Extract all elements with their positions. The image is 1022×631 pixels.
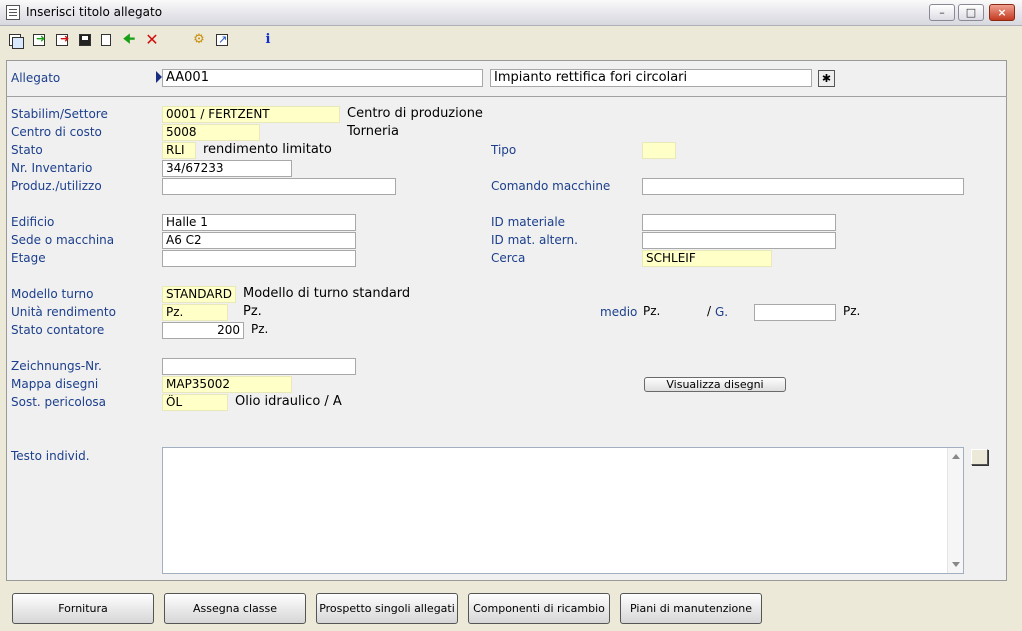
zeich-field[interactable] [162,358,356,375]
idmat-label: ID materiale [491,215,566,229]
clear-button[interactable]: ✱ [818,70,835,87]
assegna-classe-button[interactable]: Assegna classe [164,593,306,624]
medio-separator: / [707,304,712,318]
produz-label: Produz./utilizzo [11,179,102,193]
report-icon[interactable]: ↗ [213,31,231,49]
maximize-button[interactable]: □ [958,4,984,21]
visualizza-disegni-button[interactable]: Visualizza disegni [644,377,786,392]
sost-label: Sost. pericolosa [11,395,107,409]
stabilim-sector: / FERTZENT [200,107,270,121]
scroll-down-icon[interactable] [952,562,960,567]
contatore-field[interactable]: 200 [162,322,244,339]
toolbar: ➜ ➜ 🠈 ✕ ⚙ ↗ i [0,27,1022,53]
unita-description: Pz. [243,304,262,319]
modello-description: Modello di turno standard [243,286,411,301]
piani-di-manutenzione-button[interactable]: Piani di manutenzione [620,593,762,624]
import-icon[interactable]: ➜ [53,31,71,49]
back-arrow-icon[interactable]: 🠈 [120,31,138,49]
modello-label: Modello turno [11,287,94,301]
tipo-field[interactable] [642,142,676,159]
modello-field[interactable]: STANDARD [162,286,236,303]
scrollbar[interactable] [947,448,963,573]
contatore-label: Stato contatore [11,323,105,337]
testo-label: Testo individ. [11,449,90,463]
expand-text-button[interactable] [971,449,988,465]
testo-textarea[interactable] [162,447,964,574]
etage-label: Etage [11,251,46,265]
edificio-field[interactable]: Halle 1 [162,214,356,231]
sost-description: Olio idraulico / A [235,394,342,409]
close-button[interactable]: × [989,4,1015,21]
centro-description: Torneria [347,124,399,139]
minimize-button[interactable]: – [929,4,955,21]
allegato-label: Allegato [11,71,61,85]
etage-field[interactable] [162,250,356,267]
medio-field[interactable] [754,304,836,321]
produz-field[interactable] [162,178,396,195]
centro-field[interactable]: 5008 [162,124,260,141]
stabilim-field[interactable]: 0001 / FERTZENT [162,106,340,123]
window-title: Inserisci titolo allegato [26,5,163,19]
app-icon [6,5,20,20]
scroll-up-icon[interactable] [952,454,960,459]
sede-label: Sede o macchina [11,233,115,247]
save-icon[interactable] [76,31,94,49]
zeich-label: Zeichnungs-Nr. [11,359,102,373]
allegato-code-field[interactable]: AA001 [162,69,483,87]
idmat-field[interactable] [642,214,836,231]
export-icon[interactable]: ➜ [30,31,48,49]
new-document-icon[interactable] [97,31,115,49]
comando-label: Comando macchine [491,179,611,193]
centro-label: Centro di costo [11,125,102,139]
tipo-label: Tipo [491,143,517,157]
sost-field[interactable]: ÖL [162,394,228,411]
separator [6,96,1007,97]
settings-icon[interactable]: ⚙ [190,31,208,49]
stabilim-description: Centro di produzione [347,106,483,121]
mappa-label: Mappa disegni [11,377,99,391]
mappa-field[interactable]: MAP35002 [162,376,292,393]
edificio-label: Edificio [11,215,55,229]
stato-field[interactable]: RLI [162,142,196,159]
medio-unit: Pz. [643,304,661,318]
medio-unit-2: Pz. [843,304,861,318]
title-bar: Inserisci titolo allegato – □ × [0,0,1022,26]
inventario-field[interactable]: 34/67233 [162,160,292,177]
idmatalt-field[interactable] [642,232,836,249]
prospetto-singoli-allegati-button[interactable]: Prospetto singoli allegati [316,593,458,624]
medio-label: medio [600,305,638,319]
unita-field[interactable]: Pz. [162,304,228,321]
stato-description: rendimento limitato [203,142,332,157]
componenti-di-ricambio-button[interactable]: Componenti di ricambio [468,593,610,624]
stato-label: Stato [11,143,43,157]
comando-field[interactable] [642,178,964,195]
cerca-label: Cerca [491,251,526,265]
stabilim-code: 0001 [166,107,197,121]
fornitura-button[interactable]: Fornitura [12,593,154,624]
medio-period-label: G. [715,305,729,319]
idmatalt-label: ID mat. altern. [491,233,578,247]
stabilim-label: Stabilim/Settore [11,107,108,121]
info-icon[interactable]: i [259,31,277,49]
delete-icon[interactable]: ✕ [143,31,161,49]
allegato-description-field[interactable]: Impianto rettifica fori circolari [490,69,812,87]
inventario-label: Nr. Inventario [11,161,93,175]
contatore-unit: Pz. [251,322,269,336]
copy-icon[interactable] [6,31,24,49]
unita-label: Unità rendimento [11,305,116,319]
cerca-field[interactable]: SCHLEIF [642,250,772,267]
sede-field[interactable]: A6 C2 [162,232,356,249]
